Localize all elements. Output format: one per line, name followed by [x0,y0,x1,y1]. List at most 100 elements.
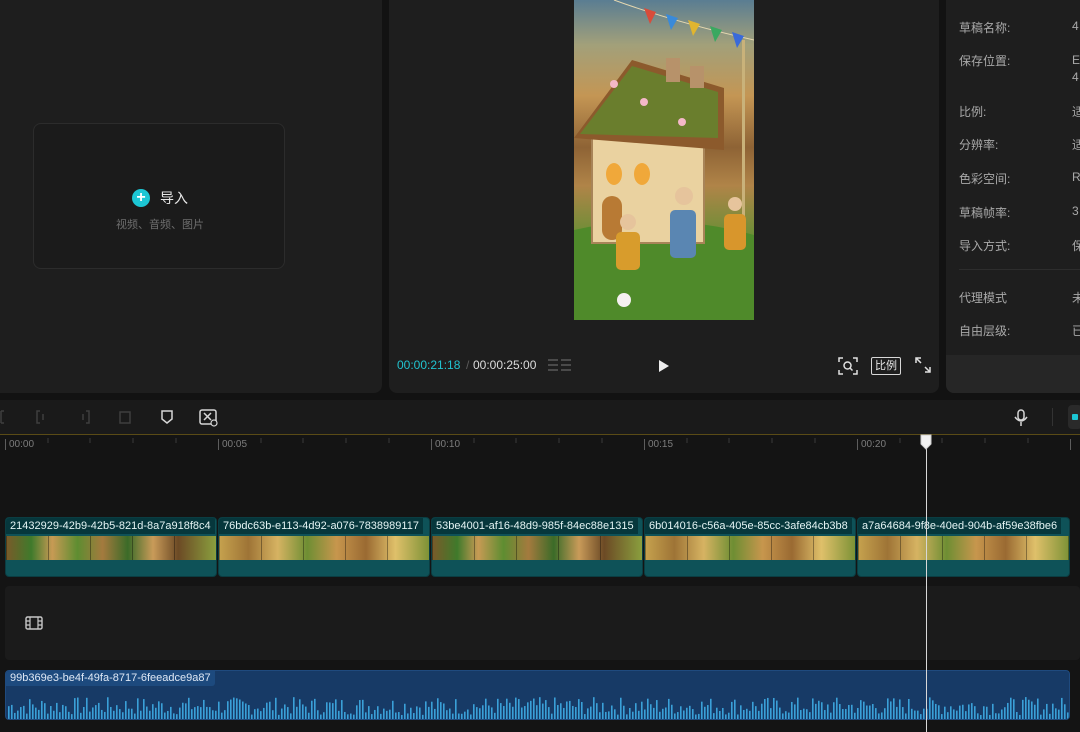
waveform-bar [203,699,205,719]
split-icon[interactable] [0,409,8,425]
waveform-bar [371,714,373,719]
waveform-bar [872,704,874,719]
waveform-bar [71,714,73,719]
waveform-bar [845,708,847,719]
waveform-bar [860,700,862,719]
waveform-bar [989,714,991,719]
waveform-bar [749,710,751,719]
video-clip[interactable]: 53be4001-af16-48d9-985f-84ec88e1315 [431,517,643,577]
waveform-bar [992,703,994,719]
video-clip[interactable]: 6b014016-c56a-405e-85cc-3afe84cb3b8 [644,517,856,577]
waveform-bar [446,710,448,719]
waveform-bar [416,706,418,719]
waveform-bar [1055,708,1057,719]
waveform-bar [806,709,808,719]
zoom-fit-icon[interactable] [838,357,858,375]
import-label: 导入 [160,190,188,206]
waveform-bar [407,713,409,719]
waveform-bar [1031,701,1033,719]
waveform-bar [701,701,703,719]
waveform-bar [11,704,13,719]
waveform-bar [248,705,250,719]
waveform-bar [152,704,154,719]
waveform-bar [728,712,730,719]
timeline-ruler[interactable]: 00:00 00:05 00:10 00:15 00:20 [0,434,1080,459]
waveform-bar [893,698,895,719]
waveform-bar [455,699,457,719]
waveform-bar [110,706,112,719]
waveform-bar [779,707,781,719]
waveform-bar [512,706,514,719]
microphone-icon[interactable] [1014,409,1028,427]
video-clip[interactable]: a7a64684-9f8e-40ed-904b-af59e38fbe6 [857,517,1070,577]
waveform-bar [185,703,187,719]
waveform-bar [707,705,709,719]
waveform-bar [719,710,721,719]
waveform-bar [959,705,961,719]
main-track-toggle[interactable] [1068,405,1080,429]
waveform-bar [809,712,811,719]
waveform-bar [194,707,196,719]
empty-video-track[interactable] [5,586,1080,660]
trim-right-icon[interactable] [76,409,90,425]
toggle-indicator [1072,414,1078,420]
waveform-bar [488,705,490,719]
video-clip[interactable]: 21432929-42b9-42b5-821d-8a7a918f8c4 [5,517,217,577]
ratio-button[interactable]: 比例 [871,357,901,375]
waveform-bar [950,706,952,719]
waveform-bar [431,701,433,719]
fullscreen-icon[interactable] [915,357,931,373]
waveform-bar [137,698,139,719]
waveform-bar [839,704,841,719]
waveform-bar [77,697,79,719]
waveform-bar [101,709,103,719]
waveform-bar [500,703,502,719]
playhead-handle[interactable] [920,434,932,450]
waveform-bar [770,708,772,719]
waveform-bar [929,697,931,719]
waveform-bar [380,713,382,719]
waveform-bar [656,700,658,719]
play-button[interactable] [657,358,671,374]
waveform-bar [59,712,61,719]
waveform-bar [254,709,256,719]
delete-icon[interactable] [118,409,132,425]
waveform-bar [752,701,754,719]
waveform-bar [572,705,574,719]
waveform-bar [1022,699,1024,719]
info-value-save-location: E 4 [1072,53,1080,84]
trim-left-icon[interactable] [36,409,50,425]
waveform-bar [95,705,97,719]
waveform-bar [674,713,676,719]
marker-icon[interactable] [160,409,174,425]
waveform-bar [890,701,892,719]
waveform-bar [776,700,778,719]
preview-video[interactable] [574,0,754,320]
import-button[interactable]: + 导入 视频、音频、图片 [33,123,285,269]
waveform-bar [479,708,481,719]
waveform-bar [914,710,916,719]
waveform-bar [224,710,226,719]
audio-clip[interactable]: 99b369e3-be4f-49fa-8717-6feeadce9a87 [5,670,1070,720]
waveform-bar [47,713,49,719]
waveform-bar [905,713,907,719]
waveform-bar [737,714,739,719]
waveform-bar [44,703,46,719]
waveform-bar [761,703,763,719]
waveform-bar [266,702,268,719]
waveform-bar [626,714,628,719]
waveform-bar [983,706,985,719]
waveform-bar [617,714,619,719]
timeline-grid-icon[interactable] [548,358,572,374]
auto-cut-icon[interactable] [199,409,219,427]
waveform-bar [611,705,613,719]
video-clip[interactable]: 76bdc63b-e113-4d92-a076-7838989117 [218,517,430,577]
waveform-bar [1013,699,1015,719]
info-label-color-space: 色彩空间: [959,172,1011,186]
waveform-bar [344,711,346,719]
waveform-bar [302,704,304,719]
waveform-bar [869,705,871,719]
waveform-bar [212,710,214,719]
waveform-bar [326,702,328,719]
waveform-bar [944,706,946,719]
